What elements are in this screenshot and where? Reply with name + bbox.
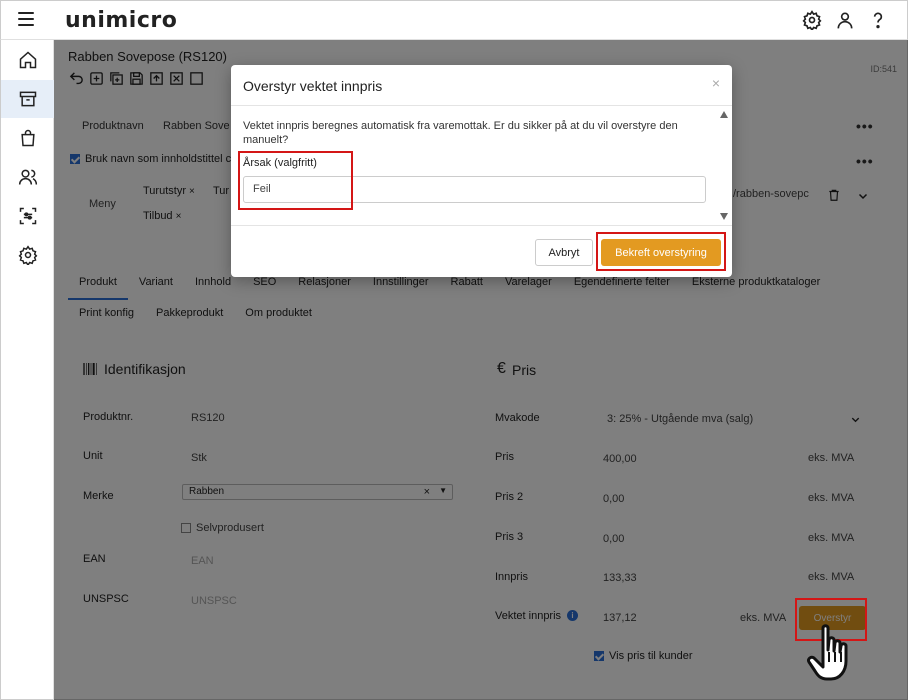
sidebar-item-scan[interactable] <box>1 197 54 235</box>
cancel-button[interactable]: Avbryt <box>535 239 593 266</box>
sidebar-item-settings[interactable] <box>1 236 54 274</box>
archive-icon <box>19 91 36 107</box>
sidebar-item-orders[interactable] <box>1 119 54 157</box>
users-icon <box>18 169 37 185</box>
sidebar-item-home[interactable] <box>1 41 54 79</box>
home-icon <box>19 51 36 69</box>
settings-icon[interactable] <box>802 10 822 30</box>
scroll-up-icon[interactable] <box>720 111 728 118</box>
sidebar-item-products[interactable] <box>1 80 54 118</box>
highlight-reason-field <box>238 151 353 210</box>
top-bar: unimicro <box>0 0 908 40</box>
user-icon[interactable] <box>835 10 855 30</box>
gear-icon <box>18 245 37 265</box>
scroll-down-icon[interactable] <box>720 213 728 220</box>
modal-title: Overstyr vektet innpris <box>243 78 383 94</box>
modal-header: Overstyr vektet innpris × <box>231 65 732 106</box>
scan-icon <box>19 207 36 225</box>
sidebar-item-customers[interactable] <box>1 158 54 196</box>
app-logo[interactable]: unimicro <box>65 8 177 33</box>
highlight-confirm-button <box>596 232 726 271</box>
help-icon[interactable] <box>868 10 888 30</box>
sidebar <box>0 40 54 700</box>
menu-icon[interactable] <box>18 12 34 26</box>
shopping-bag-icon <box>20 129 35 147</box>
close-icon[interactable]: × <box>712 75 720 91</box>
modal-message: Vektet innpris beregnes automatisk fra v… <box>243 120 678 146</box>
hand-cursor-icon <box>807 624 848 681</box>
